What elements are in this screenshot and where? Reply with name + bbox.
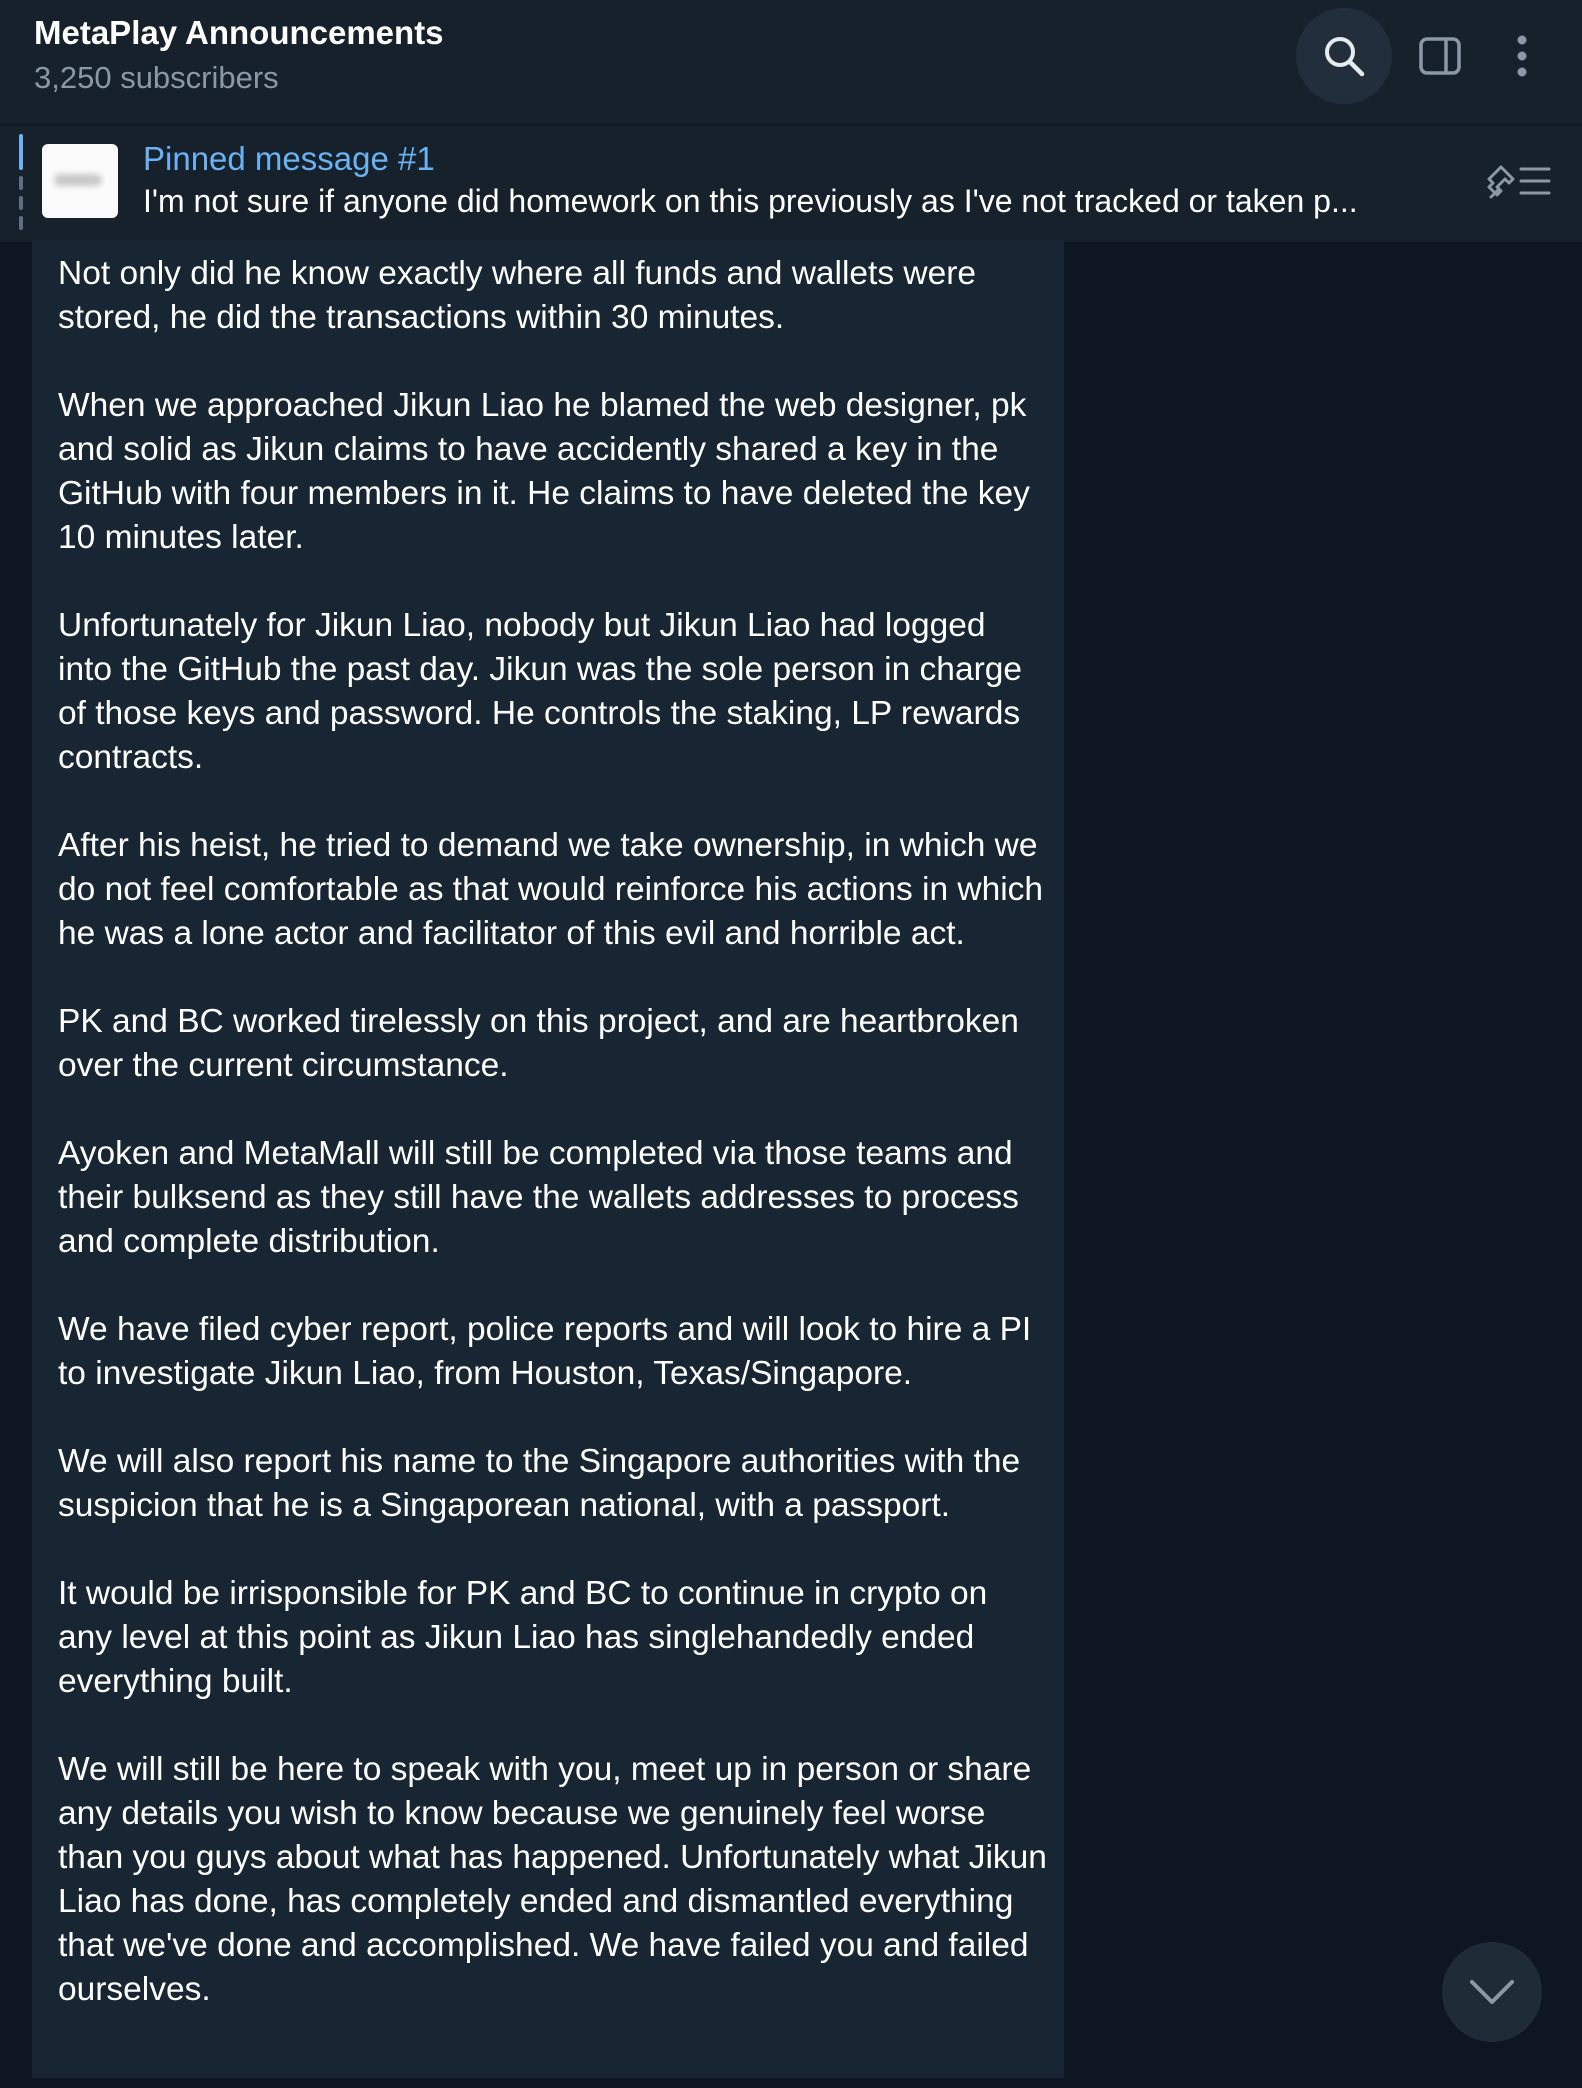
chat-header: MetaPlay Announcements 3,250 subscribers (0, 0, 1582, 124)
pin-list-icon (1487, 165, 1551, 199)
more-vertical-icon (1517, 35, 1527, 77)
pinned-title: Pinned message #1 (143, 140, 435, 177)
chevron-down-icon (1470, 1980, 1514, 2004)
message-paragraph: Ayoken and MetaMall will still be comple… (58, 1135, 1019, 1260)
pinned-indicator (19, 176, 23, 190)
message-paragraph: It would be irrisponsible for PK and BC … (58, 1575, 988, 1700)
message-text: Not only did he know exactly where all f… (58, 252, 1048, 2012)
message-paragraph: We will still be here to speak with you,… (58, 1751, 1047, 2008)
sidebar-toggle-icon (1419, 37, 1461, 75)
channel-title[interactable]: MetaPlay Announcements (34, 14, 444, 52)
message-paragraph: We will also report his name to the Sing… (58, 1443, 1021, 1524)
more-options-button[interactable] (1474, 8, 1570, 104)
subscriber-count: 3,250 subscribers (34, 60, 279, 95)
pinned-indicator (19, 196, 23, 210)
pinned-preview: I'm not sure if anyone did homework on t… (143, 183, 1358, 219)
pinned-thumbnail (42, 144, 118, 218)
message-paragraph: We have filed cyber report, police repor… (58, 1311, 1032, 1392)
message-paragraph: After his heist, he tried to demand we t… (58, 827, 1044, 952)
search-icon (1325, 37, 1365, 77)
search-button[interactable] (1296, 8, 1392, 104)
pinned-indicator (19, 216, 23, 230)
pinned-message-bar[interactable]: Pinned message #1 I'm not sure if anyone… (0, 124, 1582, 242)
message-paragraph: PK and BC worked tirelessly on this proj… (58, 1003, 1019, 1084)
message-paragraph: Unfortunately for Jikun Liao, nobody but… (58, 607, 1022, 776)
scroll-to-bottom-button[interactable] (1442, 1942, 1542, 2042)
pinned-list-button[interactable] (1480, 148, 1560, 214)
message-paragraph: Not only did he know exactly where all f… (58, 255, 977, 336)
message-paragraph: When we approached Jikun Liao he blamed … (58, 387, 1030, 556)
pinned-indicator-active (19, 134, 23, 170)
